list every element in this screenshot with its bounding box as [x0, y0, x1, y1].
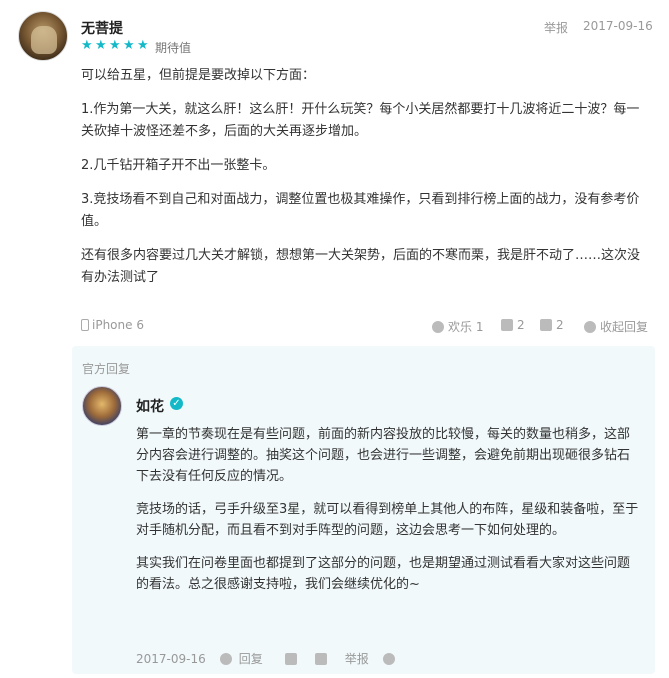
reply-paragraph: 第一章的节奏现在是有些问题，前面的新内容投放的比较慢，每关的数量也稍多，这部分内… — [136, 427, 631, 484]
official-reply-title: 官方回复 — [82, 362, 131, 376]
star-icon: ★ — [95, 38, 107, 53]
star-icon: ★ — [109, 38, 121, 53]
smile-icon — [432, 320, 444, 333]
star-icon: ★ — [123, 38, 135, 53]
reply-meta: 2017-09-16 回复 举报 — [136, 650, 399, 667]
verified-icon: ✓ — [170, 397, 183, 410]
device-label: iPhone 6 — [92, 318, 144, 332]
review-paragraph: 1.作为第一大关，就这么肝！这么肝！开什么玩笑？每个小关居然都要打十几波将近二十… — [81, 102, 640, 139]
like-count: 2 — [517, 318, 525, 332]
fold-label: 收起回复 — [600, 320, 649, 334]
thumb-up-icon — [501, 319, 513, 331]
review-paragraph: 还有很多内容要过几大关才解锁，想想第一大关架势，后面的不寒而栗，我是肝不动了……… — [81, 248, 641, 285]
thumb-up-icon[interactable] — [284, 652, 297, 665]
review-paragraph: 可以给五星，但前提是要改掉以下方面： — [81, 68, 316, 83]
star-icon: ★ — [137, 38, 149, 53]
thumb-down-icon[interactable] — [314, 652, 327, 665]
block-icon[interactable] — [382, 652, 395, 665]
official-reply: 官方回复 如花 ✓ 第一章的节奏现在是有些问题，前面的新内容投放的比较慢，每关的… — [72, 346, 655, 674]
happy-label: 欢乐 1 — [448, 320, 484, 334]
reply-label: 回复 — [238, 652, 263, 666]
review-meta: iPhone 6 欢乐 1 2 2 收起回复 — [81, 318, 653, 336]
fold-replies-button[interactable]: 收起回复 — [584, 318, 648, 335]
official-avatar[interactable] — [82, 386, 122, 426]
reply-icon — [219, 652, 232, 665]
thumb-down-icon — [540, 319, 552, 331]
device-info: iPhone 6 — [81, 318, 144, 332]
reply-body: 第一章的节奏现在是有些问题，前面的新内容投放的比较慢，每关的数量也稍多，这部分内… — [136, 424, 641, 607]
user-avatar[interactable] — [18, 11, 68, 61]
review-paragraph: 3.竞技场看不到自己和对面战力，调整位置也极其难操作，只看到排行榜上面的战力，没… — [81, 192, 640, 229]
reply-paragraph: 竞技场的话，弓手升级至3星，就可以看得到榜单上其他人的布阵，星级和装备啦，至于对… — [136, 502, 639, 538]
dislike-button[interactable]: 2 — [540, 318, 564, 332]
star-rating: ★ ★ ★ ★ ★ — [81, 39, 150, 52]
reply-date: 2017-09-16 — [136, 651, 206, 666]
dislike-count: 2 — [556, 318, 564, 332]
phone-icon — [81, 319, 89, 331]
review-body: 可以给五星，但前提是要改掉以下方面： 1.作为第一大关，就这么肝！这么肝！开什么… — [81, 65, 651, 301]
reply-paragraph: 其实我们在问卷里面也都提到了这部分的问题，也是期望通过测试看看大家对这些问题的看… — [136, 556, 631, 592]
happy-button[interactable]: 欢乐 1 — [432, 318, 483, 335]
rating-label: 期待值 — [155, 41, 192, 55]
like-button[interactable]: 2 — [501, 318, 525, 332]
username[interactable]: 无菩提 — [81, 18, 123, 38]
star-icon: ★ — [81, 38, 93, 53]
official-name[interactable]: 如花 — [136, 396, 164, 416]
review-date: 2017-09-16 — [583, 19, 653, 33]
review-paragraph: 2.几千钻开箱子开不出一张整卡。 — [81, 158, 276, 173]
report-button[interactable]: 举报 — [544, 19, 568, 36]
reply-report-button[interactable]: 举报 — [345, 650, 369, 667]
reply-button[interactable]: 回复 — [219, 650, 267, 667]
collapse-icon — [584, 320, 596, 333]
